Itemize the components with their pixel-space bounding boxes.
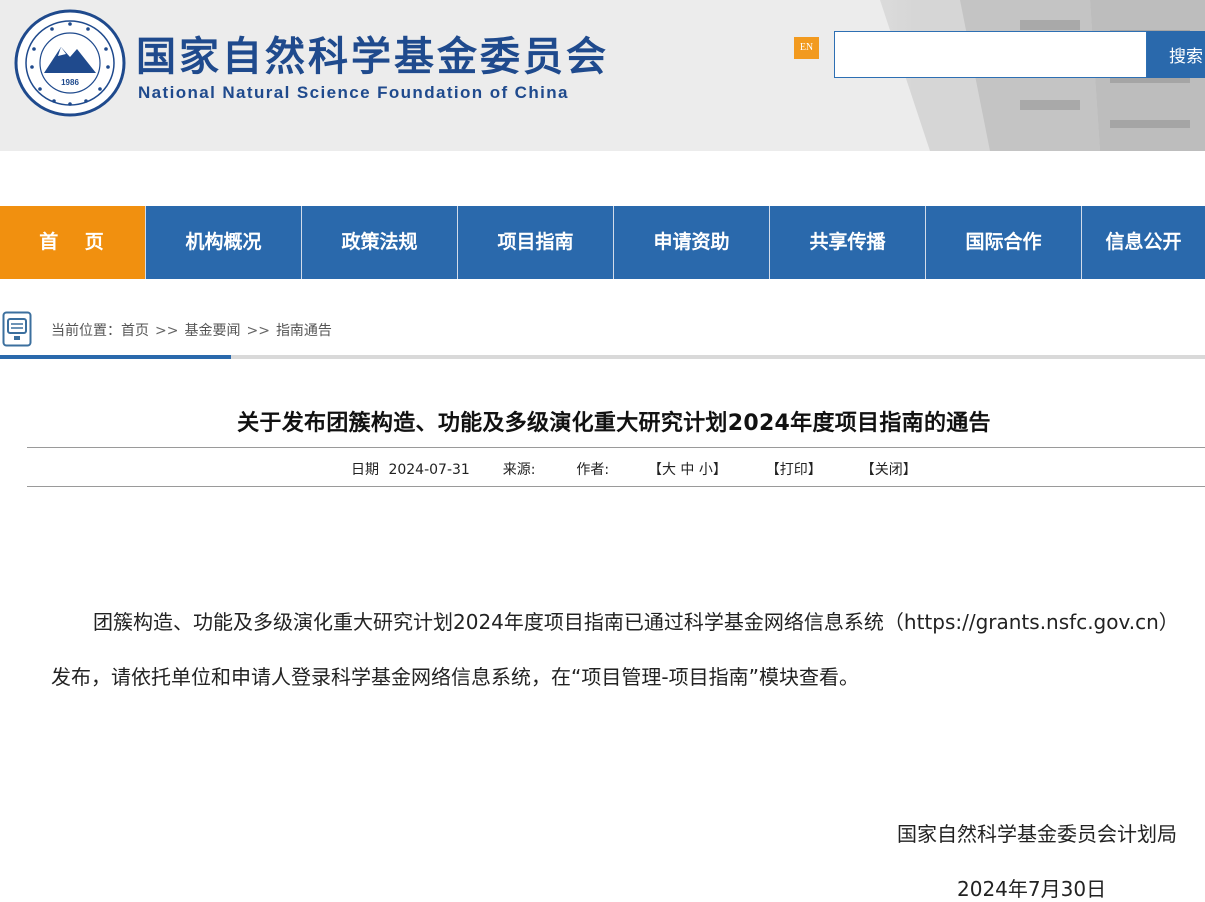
breadcrumb-prefix: 当前位置： (51, 323, 121, 339)
article-body: 团簇构造、功能及多级演化重大研究计划2024年度项目指南已通过科学基金网络信息系… (51, 595, 1181, 705)
site-header: 1986 国家自然科学基金委员会 National Natural Scienc… (0, 0, 1205, 151)
title-divider-bottom (27, 486, 1205, 487)
org-name-cn: 国家自然科学基金委员会 (136, 34, 609, 80)
nav-item-share[interactable]: 共享传播 (770, 206, 926, 279)
nav-item-policy[interactable]: 政策法规 (302, 206, 458, 279)
nav-item-apply[interactable]: 申请资助 (614, 206, 770, 279)
search-button[interactable]: 搜索 (1147, 31, 1205, 78)
article-paragraph: 团簇构造、功能及多级演化重大研究计划2024年度项目指南已通过科学基金网络信息系… (51, 610, 1179, 689)
close-link[interactable]: 【关闭】 (861, 459, 917, 479)
breadcrumb-fund-news[interactable]: 基金要闻 (184, 323, 240, 339)
search-input[interactable] (834, 31, 1147, 78)
signature-date: 2024年7月30日 (957, 877, 1107, 901)
nsfc-seal-logo[interactable]: 1986 (14, 9, 126, 117)
nav-item-home[interactable]: 首 页 (0, 206, 146, 279)
nav-item-about[interactable]: 机构概况 (146, 206, 302, 279)
org-name-en: National Natural Science Foundation of C… (138, 83, 569, 102)
seal-year: 1986 (61, 78, 79, 87)
breadcrumb-underline-accent (0, 355, 231, 359)
date-value: 2024-07-31 (388, 462, 470, 478)
font-size-control[interactable]: 【大 中 小】 (648, 459, 727, 479)
article-meta: 日期 2024-07-31 来源: 作者: 【大 中 小】 【打印】 【关闭】 (351, 459, 917, 479)
breadcrumb: 当前位置：首页 >> 基金要闻 >> 指南通告 (0, 301, 1205, 355)
author-label: 作者: (576, 462, 610, 478)
source-label: 来源: (502, 462, 536, 478)
nav-item-disclosure[interactable]: 信息公开 (1082, 206, 1205, 279)
breadcrumb-separator: >> (155, 323, 179, 339)
breadcrumb-separator: >> (246, 323, 270, 339)
date-label: 日期 (351, 462, 379, 478)
nav-item-international[interactable]: 国际合作 (926, 206, 1082, 279)
article-title: 关于发布团簇构造、功能及多级演化重大研究计划2024年度项目指南的通告 (237, 411, 991, 436)
title-divider-top (27, 447, 1205, 448)
print-link[interactable]: 【打印】 (766, 459, 822, 479)
english-version-link[interactable]: EN (794, 37, 819, 59)
location-marker-icon (2, 311, 32, 347)
nav-item-guide[interactable]: 项目指南 (458, 206, 614, 279)
main-nav: 首 页 机构概况 政策法规 项目指南 申请资助 共享传播 国际合作 信息公开 (0, 206, 1205, 279)
signature-org: 国家自然科学基金委员会计划局 (897, 822, 1177, 846)
breadcrumb-guide-notice[interactable]: 指南通告 (276, 323, 332, 339)
breadcrumb-home[interactable]: 首页 (121, 323, 149, 339)
